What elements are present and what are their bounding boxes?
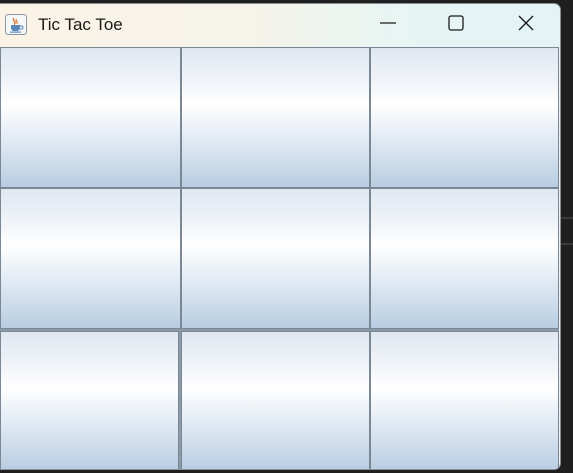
close-button[interactable] xyxy=(503,4,549,47)
close-icon xyxy=(517,14,535,37)
minimize-button[interactable] xyxy=(365,4,411,47)
window-title: Tic Tac Toe xyxy=(38,15,123,34)
board-cell-2-1[interactable] xyxy=(181,331,370,469)
maximize-button[interactable] xyxy=(433,4,479,47)
board-cell-1-0[interactable] xyxy=(0,188,181,329)
board-cell-0-2[interactable] xyxy=(370,47,559,188)
title-bar[interactable]: Tic Tac Toe xyxy=(0,4,560,47)
board-cell-1-2[interactable] xyxy=(370,188,559,329)
board-cell-2-2[interactable] xyxy=(370,331,559,469)
board-cell-2-0[interactable] xyxy=(0,331,179,469)
game-board xyxy=(0,47,559,469)
minimize-icon xyxy=(379,14,397,37)
board-cell-0-1[interactable] xyxy=(181,47,370,188)
game-window: Tic Tac Toe xyxy=(0,3,561,470)
java-coffee-cup-icon[interactable] xyxy=(5,14,27,35)
board-cell-1-1[interactable] xyxy=(181,188,370,329)
maximize-icon xyxy=(447,14,465,37)
board-cell-0-0[interactable] xyxy=(0,47,181,188)
